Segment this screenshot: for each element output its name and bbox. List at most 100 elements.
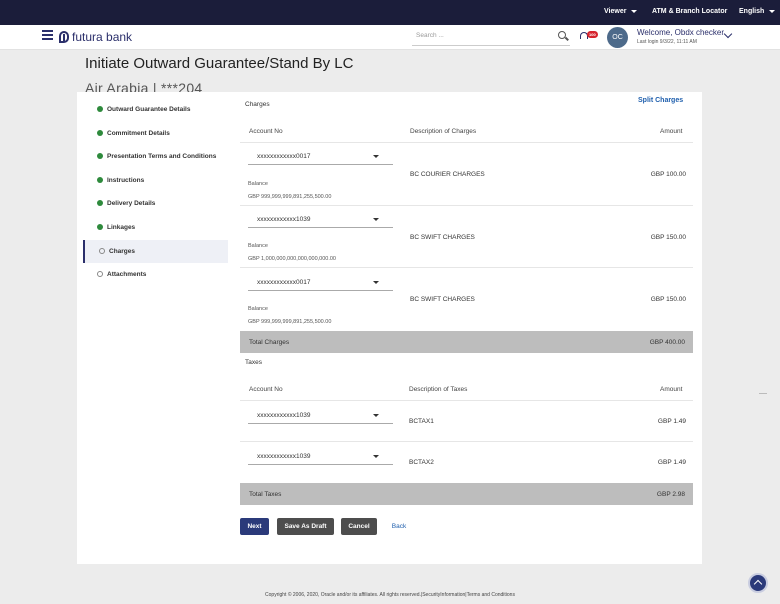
bank-logo[interactable]: futura bank (59, 30, 132, 44)
side-item-instructions[interactable]: Instructions (83, 169, 228, 193)
app-header: futura bank Search ... 100 OC Welcome, O… (0, 25, 780, 50)
charge-description: BC SWIFT CHARGES (410, 296, 475, 303)
atm-branch-locator-link[interactable]: ATM & Branch Locator (652, 8, 727, 15)
search-placeholder: Search ... (416, 32, 444, 39)
total-charges-label: Total Charges (249, 339, 290, 346)
charge-amount: GBP 150.00 (650, 296, 686, 303)
cancel-button[interactable]: Cancel (341, 518, 377, 535)
side-item-label: Charges (109, 247, 136, 255)
balance-value: GBP 1,000,000,000,000,000,000.00 (248, 256, 336, 262)
total-taxes-bar: Total Taxes GBP 2.98 (240, 483, 693, 505)
last-login-text: Last login 9/3/22, 11:11 AM (637, 39, 697, 45)
side-item-linkages[interactable]: Linkages (83, 216, 228, 240)
total-charges-value: GBP 400.00 (649, 339, 685, 346)
charge-account-select[interactable]: xxxxxxxxxxxx0017 (248, 149, 393, 165)
side-item-attachments[interactable]: Attachments (83, 263, 228, 287)
account-value: xxxxxxxxxxxx0017 (257, 153, 311, 160)
viewer-dropdown[interactable]: Viewer (604, 8, 638, 15)
charges-header-amount: Amount (660, 128, 683, 135)
divider (240, 142, 693, 143)
language-label: English (739, 8, 765, 15)
side-item-presentation-terms[interactable]: Presentation Terms and Conditions (83, 145, 228, 169)
notification-badge: 100 (587, 31, 598, 38)
total-charges-bar: Total Charges GBP 400.00 (240, 331, 693, 353)
language-dropdown[interactable]: English (739, 8, 776, 15)
scroll-to-top-icon[interactable] (748, 573, 768, 593)
dropdown-arrow-icon (373, 218, 379, 221)
taxes-section-title: Taxes (245, 359, 262, 366)
check-circle-icon (97, 176, 103, 183)
search-input[interactable]: Search ... (412, 29, 570, 46)
welcome-text[interactable]: Welcome, Obdx checker (637, 28, 724, 37)
search-icon[interactable] (558, 31, 566, 39)
balance-value: GBP 999,999,999,891,255,500.00 (248, 194, 332, 200)
pending-circle-icon (97, 271, 103, 278)
total-taxes-label: Total Taxes (249, 491, 282, 498)
charges-header-account: Account No (249, 128, 283, 135)
side-item-label: Attachments (107, 271, 147, 279)
side-item-outward-guarantee-details[interactable]: Outward Guarantee Details (83, 98, 228, 122)
top-bar: Viewer ATM & Branch Locator English (0, 0, 780, 25)
charge-description: BC COURIER CHARGES (410, 171, 485, 178)
dropdown-arrow-icon (373, 281, 379, 284)
tax-account-select[interactable]: xxxxxxxxxxxx1039 (248, 449, 393, 465)
tax-amount: GBP 1.49 (657, 418, 686, 425)
back-link[interactable]: Back (387, 518, 411, 535)
taxes-header-amount: Amount (660, 386, 683, 393)
charge-account-select[interactable]: xxxxxxxxxxxx1039 (248, 212, 393, 228)
account-value: xxxxxxxxxxxx1039 (257, 216, 311, 223)
account-value: xxxxxxxxxxxx1039 (257, 412, 311, 419)
divider (240, 267, 693, 268)
menu-icon[interactable] (42, 30, 53, 41)
charge-amount: GBP 150.00 (650, 234, 686, 241)
side-item-charges[interactable]: Charges (83, 239, 228, 264)
divider (240, 400, 693, 401)
taxes-header-account: Account No (249, 386, 283, 393)
check-circle-icon (97, 106, 103, 112)
tax-amount: GBP 1.49 (657, 459, 686, 466)
charges-section-title: Charges (245, 101, 270, 108)
side-item-label: Commitment Details (107, 129, 170, 137)
scroll-marker (759, 393, 767, 394)
chevron-down-icon (769, 9, 776, 13)
charge-account-select[interactable]: xxxxxxxxxxxx0017 (248, 275, 393, 291)
side-item-label: Outward Guarantee Details (107, 106, 191, 113)
side-item-delivery-details[interactable]: Delivery Details (83, 192, 228, 216)
account-value: xxxxxxxxxxxx0017 (257, 279, 311, 286)
check-circle-icon (97, 153, 103, 160)
total-taxes-value: GBP 2.98 (656, 491, 685, 498)
charge-amount: GBP 100.00 (650, 171, 686, 178)
balance-label: Balance (248, 181, 268, 187)
save-as-draft-button[interactable]: Save As Draft (277, 518, 334, 535)
tax-description: BCTAX1 (409, 418, 434, 425)
split-charges-link[interactable]: Split Charges (638, 97, 683, 104)
dropdown-arrow-icon (373, 455, 379, 458)
dropdown-arrow-icon (373, 414, 379, 417)
dropdown-arrow-icon (373, 155, 379, 158)
side-nav: Outward Guarantee Details Commitment Det… (83, 98, 228, 287)
pending-circle-icon (99, 247, 105, 254)
tax-account-select[interactable]: xxxxxxxxxxxx1039 (248, 408, 393, 424)
logo-mark-icon (59, 31, 69, 43)
check-circle-icon (97, 200, 103, 207)
divider (240, 205, 693, 206)
chevron-down-icon (631, 9, 638, 13)
viewer-label: Viewer (604, 8, 627, 15)
tax-description: BCTAX2 (409, 459, 434, 466)
page-title: Initiate Outward Guarantee/Stand By LC (85, 55, 354, 72)
charges-header-description: Description of Charges (410, 128, 477, 135)
side-item-label: Linkages (107, 223, 136, 231)
brand-name: futura bank (72, 30, 133, 44)
avatar[interactable]: OC (607, 27, 628, 48)
divider (240, 441, 693, 442)
side-item-label: Delivery Details (107, 200, 156, 208)
balance-value: GBP 999,999,999,891,255,500.00 (248, 319, 332, 325)
side-item-label: Instructions (107, 176, 145, 184)
charge-description: BC SWIFT CHARGES (410, 234, 475, 241)
account-value: xxxxxxxxxxxx1039 (257, 453, 311, 460)
chevron-down-icon[interactable] (723, 29, 733, 39)
check-circle-icon (97, 223, 103, 230)
balance-label: Balance (248, 243, 268, 249)
next-button[interactable]: Next (240, 518, 269, 535)
side-item-commitment-details[interactable]: Commitment Details (83, 122, 228, 146)
